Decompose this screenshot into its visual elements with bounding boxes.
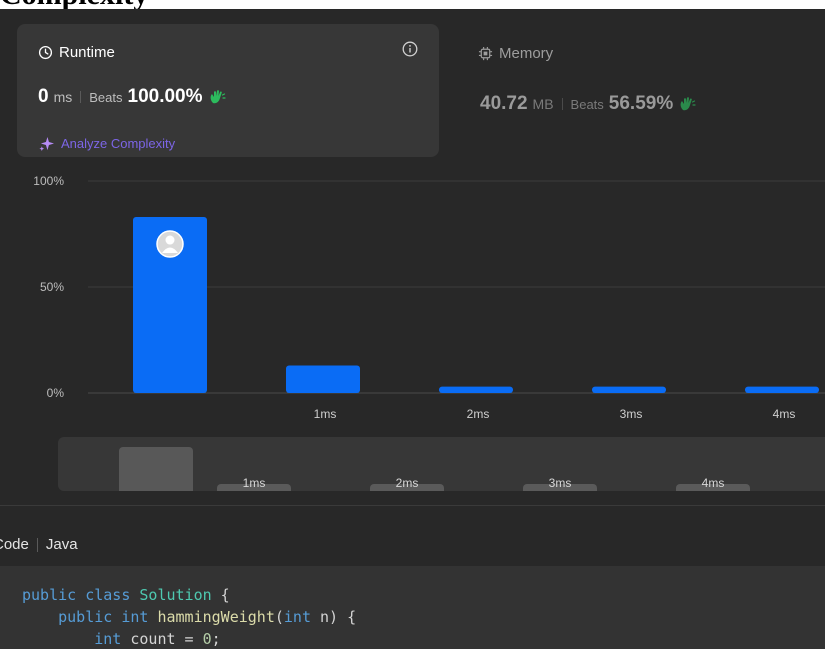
code-token: (	[274, 608, 284, 626]
chart-y-tick-label: 0%	[47, 386, 65, 400]
code-section-label: Code	[0, 536, 29, 553]
user-avatar-icon	[156, 230, 184, 258]
code-token: {	[211, 586, 230, 604]
code-token: Solution	[139, 586, 212, 604]
overview-label: 1ms	[242, 476, 266, 490]
code-token: ;	[211, 630, 221, 648]
code-token: class	[85, 586, 131, 604]
chart-x-tick-label: 1ms	[314, 407, 337, 421]
chart-bar-4ms[interactable]	[745, 386, 819, 393]
chart-x-tick-label: 4ms	[773, 407, 796, 421]
chart-y-tick-label: 50%	[40, 280, 64, 294]
overview-label: 3ms	[548, 476, 572, 490]
code-token: int	[94, 630, 122, 648]
code-line: int count = 0;	[22, 630, 221, 648]
chart-bar-1ms[interactable]	[286, 365, 360, 393]
runtime-distribution-chart: 100% 50% 0% 1ms 2ms 3ms 4ms	[33, 174, 825, 421]
code-token: n) {	[311, 608, 357, 626]
code-line: public int hammingWeight(int n) {	[22, 608, 356, 626]
chart-x-tick-label: 2ms	[467, 407, 490, 421]
code-token: public	[22, 586, 77, 604]
code-header: Code Java	[0, 536, 78, 553]
code-token: hammingWeight	[157, 608, 275, 626]
overview-label: 4ms	[701, 476, 725, 490]
chart-y-tick-label: 100%	[33, 174, 64, 188]
overview-range-handle[interactable]	[119, 447, 193, 491]
submission-panel: Runtime 0 ms Beats 100.00% Analyze Compl…	[0, 9, 825, 649]
code-block[interactable]: public class Solution { public int hammi…	[0, 566, 825, 649]
code-token: int	[283, 608, 311, 626]
code-language: Java	[45, 536, 78, 553]
overview-label: 2ms	[395, 476, 419, 490]
code-header-separator	[36, 537, 38, 552]
code-token: public	[58, 608, 113, 626]
chart-overview-strip[interactable]: 1ms 2ms 3ms 4ms	[58, 437, 825, 491]
code-token: 0	[202, 630, 212, 648]
code-token: count =	[121, 630, 203, 648]
chart-bar-3ms[interactable]	[592, 386, 666, 393]
section-divider	[0, 505, 825, 506]
code-line: public class Solution {	[22, 586, 230, 604]
code-token: int	[121, 608, 149, 626]
chart-bar-2ms[interactable]	[439, 386, 513, 393]
chart-x-tick-label: 3ms	[620, 407, 643, 421]
